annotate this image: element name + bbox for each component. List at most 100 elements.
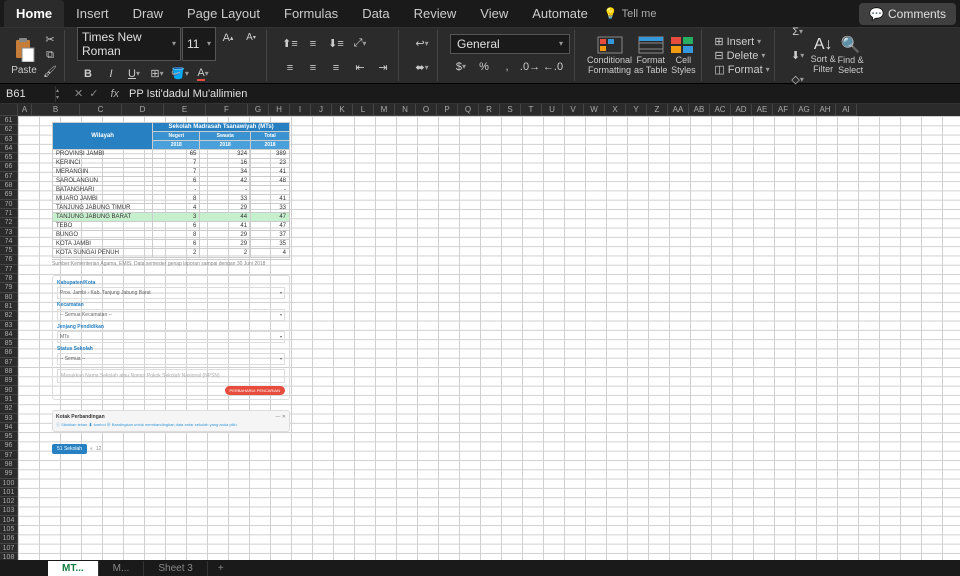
add-sheet-button[interactable]: +: [208, 561, 234, 576]
row-header[interactable]: 81: [0, 302, 18, 311]
row-header[interactable]: 77: [0, 265, 18, 274]
fx-icon[interactable]: fx: [106, 88, 123, 100]
cancel-formula-icon[interactable]: ✕: [74, 87, 83, 100]
cell-styles-button[interactable]: Cell Styles: [669, 35, 697, 76]
row-header[interactable]: 105: [0, 525, 18, 534]
row-header[interactable]: 86: [0, 348, 18, 357]
row-header[interactable]: 91: [0, 395, 18, 404]
col-header[interactable]: AC: [710, 104, 731, 116]
comments-button[interactable]: 💬 Comments: [859, 3, 956, 25]
sheet-tab-active[interactable]: MT...: [48, 561, 99, 576]
tab-data[interactable]: Data: [350, 0, 401, 27]
sheet-tab[interactable]: Sheet 3: [144, 561, 207, 576]
row-header[interactable]: 101: [0, 488, 18, 497]
col-header[interactable]: AE: [752, 104, 773, 116]
col-header[interactable]: AF: [773, 104, 794, 116]
cut-icon[interactable]: ✂: [40, 33, 60, 47]
tell-me[interactable]: 💡 Tell me: [604, 7, 657, 20]
row-header[interactable]: 79: [0, 283, 18, 292]
row-header[interactable]: 66: [0, 162, 18, 171]
tab-view[interactable]: View: [468, 0, 520, 27]
close-icon[interactable]: ✕: [282, 414, 286, 420]
decrease-font-icon[interactable]: A▾: [240, 27, 262, 49]
row-header[interactable]: 64: [0, 144, 18, 153]
row-header[interactable]: 84: [0, 330, 18, 339]
col-header[interactable]: Z: [647, 104, 668, 116]
border-button[interactable]: ⊞▾: [146, 63, 168, 85]
filter-stat-select[interactable]: -- Semua --: [57, 353, 285, 365]
number-format-select[interactable]: General▾: [450, 34, 570, 54]
sort-filter-button[interactable]: A↓ Sort & Filter: [811, 36, 836, 75]
row-header[interactable]: 73: [0, 228, 18, 237]
decrease-indent-icon[interactable]: ⇤: [349, 57, 371, 79]
col-header[interactable]: E: [164, 104, 206, 116]
row-header[interactable]: 92: [0, 404, 18, 413]
row-header[interactable]: 68: [0, 181, 18, 190]
increase-font-icon[interactable]: A▴: [217, 27, 239, 49]
filter-kab-select[interactable]: Prov. Jambi › Kab. Tanjung Jabung Barat: [57, 287, 285, 299]
tab-draw[interactable]: Draw: [121, 0, 175, 27]
row-header[interactable]: 90: [0, 386, 18, 395]
merge-icon[interactable]: ⬌▾: [411, 57, 433, 79]
fill-color-button[interactable]: 🪣▾: [169, 63, 191, 85]
row-header[interactable]: 103: [0, 506, 18, 515]
col-header[interactable]: C: [80, 104, 122, 116]
row-header[interactable]: 85: [0, 339, 18, 348]
row-header[interactable]: 67: [0, 172, 18, 181]
col-header[interactable]: F: [206, 104, 248, 116]
align-center-icon[interactable]: ≡: [302, 57, 324, 79]
underline-button[interactable]: U▾: [123, 63, 145, 85]
name-box[interactable]: B61: [0, 86, 56, 102]
filter-kec-select[interactable]: -- Semua Kecamatan --: [57, 309, 285, 321]
row-header[interactable]: 98: [0, 460, 18, 469]
col-header[interactable]: AG: [794, 104, 815, 116]
row-header[interactable]: 71: [0, 209, 18, 218]
row-header[interactable]: 93: [0, 414, 18, 423]
formula-input[interactable]: PP Isti'dadul Mu'allimien: [123, 86, 253, 102]
row-header[interactable]: 100: [0, 479, 18, 488]
collapse-icon[interactable]: —: [275, 414, 280, 420]
row-header[interactable]: 97: [0, 451, 18, 460]
copy-icon[interactable]: ⧉: [40, 49, 60, 63]
italic-button[interactable]: I: [100, 63, 122, 85]
col-header[interactable]: R: [479, 104, 500, 116]
col-header[interactable]: O: [416, 104, 437, 116]
col-header[interactable]: A: [18, 104, 32, 116]
row-header[interactable]: 74: [0, 237, 18, 246]
col-header[interactable]: B: [32, 104, 80, 116]
row-header[interactable]: 96: [0, 441, 18, 450]
col-header[interactable]: M: [374, 104, 395, 116]
paste-icon[interactable]: [10, 36, 38, 64]
row-header[interactable]: 62: [0, 125, 18, 134]
col-header[interactable]: T: [521, 104, 542, 116]
increase-indent-icon[interactable]: ⇥: [372, 57, 394, 79]
col-header[interactable]: L: [353, 104, 374, 116]
row-header[interactable]: 70: [0, 200, 18, 209]
row-header[interactable]: 76: [0, 255, 18, 264]
comma-icon[interactable]: ,: [496, 56, 518, 78]
row-header[interactable]: 89: [0, 376, 18, 385]
clear-icon[interactable]: ◇▾: [787, 69, 809, 91]
col-header[interactable]: W: [584, 104, 605, 116]
fill-icon[interactable]: ⬇▾: [787, 45, 809, 67]
row-header[interactable]: 94: [0, 423, 18, 432]
col-header[interactable]: U: [542, 104, 563, 116]
align-bottom-icon[interactable]: ⬇≡: [325, 33, 347, 55]
conditional-formatting-button[interactable]: Conditional Formatting: [587, 35, 632, 76]
accept-formula-icon[interactable]: ✓: [89, 87, 98, 100]
tab-insert[interactable]: Insert: [64, 0, 121, 27]
insert-cells-button[interactable]: ⊞Insert▾: [714, 35, 769, 48]
tab-review[interactable]: Review: [402, 0, 469, 27]
tab-formulas[interactable]: Formulas: [272, 0, 350, 27]
select-all-corner[interactable]: [0, 104, 18, 116]
namebox-up-icon[interactable]: ▴: [56, 87, 66, 94]
col-header[interactable]: H: [269, 104, 290, 116]
worksheet[interactable]: WilayahSekolah Madrasah Tsanawiyah (MTs)…: [18, 116, 960, 564]
col-header[interactable]: P: [437, 104, 458, 116]
font-color-button[interactable]: A▾: [192, 63, 214, 85]
orientation-icon[interactable]: ⤢▾: [349, 33, 371, 55]
row-header[interactable]: 87: [0, 358, 18, 367]
currency-icon[interactable]: $▾: [450, 56, 472, 78]
search-input[interactable]: Masukkan Nama Sekolah atau Nomor Pokok S…: [57, 369, 285, 383]
row-header[interactable]: 65: [0, 153, 18, 162]
